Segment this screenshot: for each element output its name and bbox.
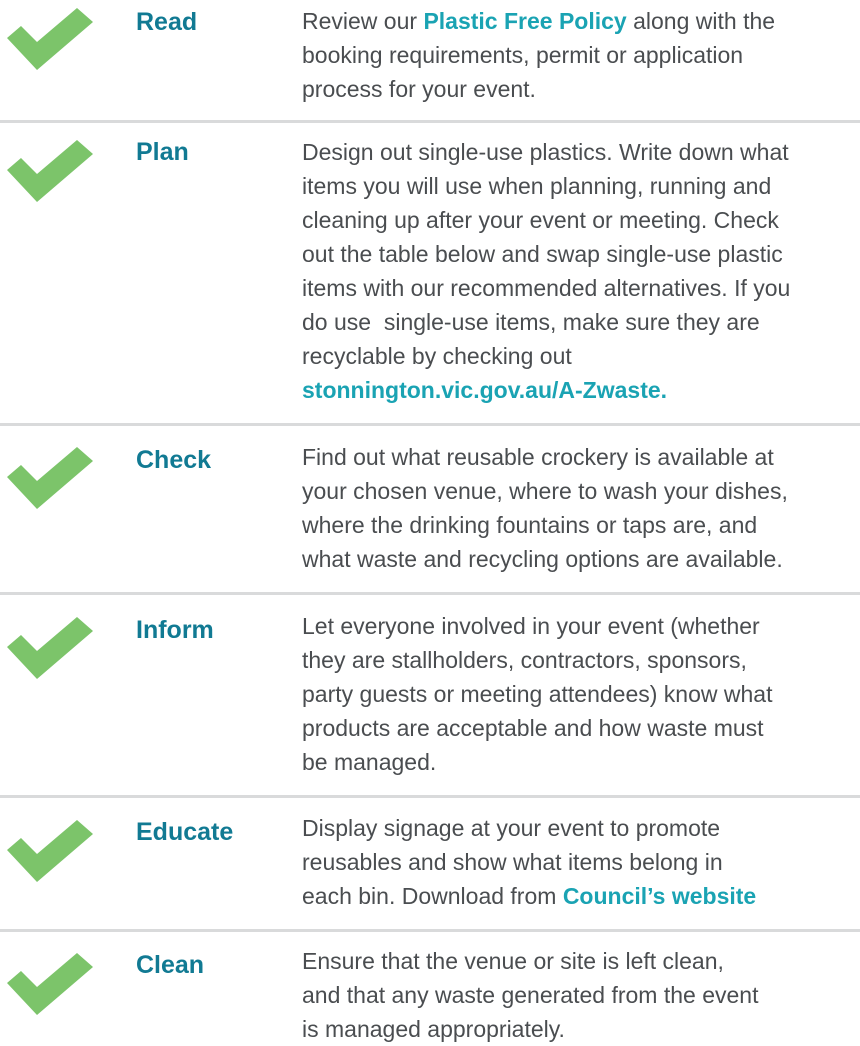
description-line: be managed.: [302, 749, 437, 775]
description-line: process for your event.: [302, 76, 536, 102]
description-line: stonnington.vic.gov.au/A-Zwaste.: [302, 373, 858, 407]
step-description-inform: Let everyone involved in your event (whe…: [302, 609, 858, 779]
step-heading-read: Read: [136, 8, 198, 36]
checkmark-icon: [7, 617, 97, 681]
checkmark-icon: [7, 8, 97, 72]
description-line: is managed appropriately.: [302, 1016, 565, 1042]
checkmark-icon: [7, 953, 97, 1017]
row-divider: [0, 423, 860, 426]
description-line: cleaning up after your event or meeting.…: [302, 207, 779, 233]
line-text: Review our: [302, 8, 424, 34]
step-description-clean: Ensure that the venue or site is left cl…: [302, 925, 858, 1046]
description-line: reusables and show what items belong in: [302, 849, 723, 875]
description-line: each bin. Download from Council’s websit…: [302, 879, 858, 913]
a-z-waste-link[interactable]: stonnington.vic.gov.au/A-Zwaste.: [302, 377, 667, 403]
description-line: Review our Plastic Free Policy along wit…: [302, 4, 858, 38]
description-line: Ensure that the venue or site is left cl…: [302, 948, 724, 974]
step-heading-plan: Plan: [136, 138, 189, 166]
description-line: Display signage at your event to promote: [302, 815, 721, 841]
description-line: and that any waste generated from the ev…: [302, 982, 759, 1008]
description-line: Design out single-use plastics. Write do…: [302, 139, 789, 165]
description-line: recyclable by checking out: [302, 343, 572, 369]
description-line: party guests or meeting attendees) know …: [302, 681, 773, 707]
description-line: products are acceptable and how waste mu…: [302, 715, 764, 741]
step-heading-clean: Clean: [136, 951, 205, 979]
description-line: do use single-use items, make sure they …: [302, 309, 760, 335]
step-description-check: Find out what reusable crockery is avail…: [302, 440, 858, 576]
checkmark-icon: [7, 820, 97, 884]
row-divider: [0, 120, 860, 123]
description-line: items you will use when planning, runnin…: [302, 173, 772, 199]
line-text: each bin. Download from: [302, 883, 563, 909]
step-description-read: Review our Plastic Free Policy along wit…: [302, 4, 858, 106]
description-line: what waste and recycling options are ava…: [302, 546, 783, 572]
description-line: out the table below and swap single-use …: [302, 241, 783, 267]
step-description-educate: Display signage at your event to promote…: [302, 811, 858, 913]
description-line: your chosen venue, where to wash your di…: [302, 478, 788, 504]
description-line: Let everyone involved in your event (whe…: [302, 613, 760, 639]
councils-website-link[interactable]: Council’s website: [563, 883, 756, 909]
description-line: items with our recommended alternatives.…: [302, 275, 791, 301]
row-divider: [0, 592, 860, 595]
row-divider: [0, 795, 860, 798]
checkmark-icon: [7, 447, 97, 511]
description-line: they are stallholders, contractors, spon…: [302, 647, 747, 673]
step-description-plan: Design out single-use plastics. Write do…: [302, 135, 858, 407]
step-heading-check: Check: [136, 446, 212, 474]
description-line: booking requirements, permit or applicat…: [302, 42, 744, 68]
step-heading-educate: Educate: [136, 818, 234, 846]
plastic-free-policy-link[interactable]: Plastic Free Policy: [423, 8, 626, 34]
step-heading-inform: Inform: [136, 616, 214, 644]
description-line: where the drinking fountains or taps are…: [302, 512, 758, 538]
description-line: Find out what reusable crockery is avail…: [302, 444, 774, 470]
line-text: along with the: [626, 8, 776, 34]
checkmark-icon: [7, 140, 97, 204]
